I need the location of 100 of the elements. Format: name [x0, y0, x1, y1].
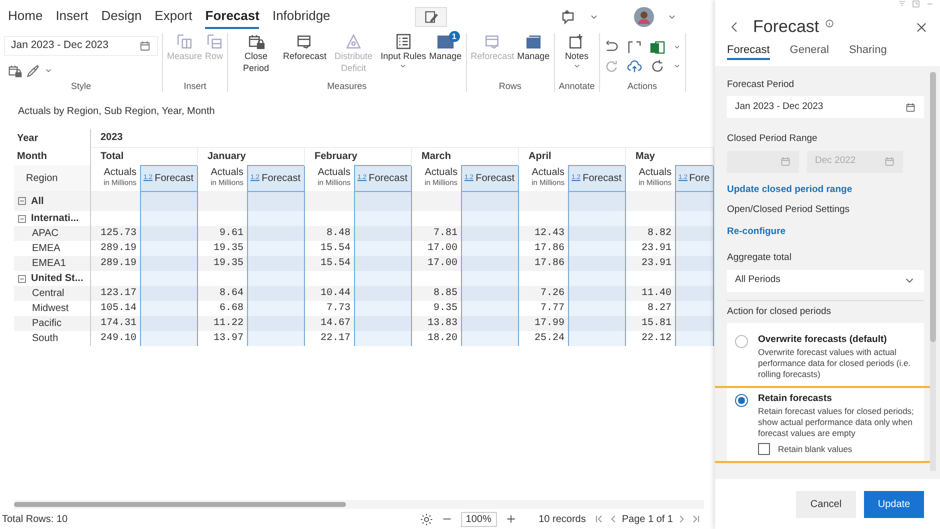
table-cell: 7.73 — [304, 301, 354, 316]
ribbon-tab[interactable]: Design — [101, 4, 142, 30]
header-cell: Year — [14, 129, 90, 147]
upload-icon[interactable] — [626, 58, 642, 74]
panel-tab[interactable]: General — [790, 42, 829, 60]
table-cell: 6.68 — [197, 301, 247, 316]
calendar-lock-icon — [248, 33, 265, 50]
checkbox[interactable] — [758, 443, 770, 456]
comment-icon[interactable] — [560, 8, 576, 24]
panel-tab[interactable]: Forecast — [727, 42, 770, 60]
table-cell: 289.19 — [90, 256, 140, 271]
section-label: Open/Closed Period Settings — [727, 202, 851, 217]
zoom-in-icon[interactable] — [504, 513, 517, 525]
calendar-icon — [780, 156, 791, 167]
collapse-icon[interactable] — [17, 214, 27, 224]
table-cell: 23.91 — [625, 241, 675, 256]
ribbon-tab[interactable]: Insert — [56, 4, 88, 30]
radio-button[interactable] — [735, 334, 748, 348]
option-title: Overwrite forecasts (default) — [758, 332, 888, 347]
table-cell: 11.40 — [625, 286, 675, 301]
table-cell: 8.48 — [304, 226, 354, 241]
table-cell: 17.99 — [518, 316, 568, 331]
note-icon — [568, 33, 586, 50]
header-cell: Region — [14, 165, 90, 191]
refresh-icon[interactable] — [650, 58, 665, 74]
report-title: Actuals by Region, Sub Region, Year, Month — [18, 105, 216, 119]
option-description: Overwrite forecast values with actual performance data for closed periods (i.e. rolling forecasts) — [758, 347, 912, 380]
ribbon-button[interactable]: Manage — [517, 33, 550, 62]
table-cell: 15.81 — [625, 316, 675, 331]
header-text: Fore — [689, 172, 710, 186]
spreadsheet-icon[interactable] — [650, 40, 665, 54]
ribbon-button[interactable]: Notes — [564, 33, 588, 70]
group-label: Rows — [498, 80, 522, 92]
vertical-scrollbar[interactable] — [930, 72, 936, 471]
ribbon-tab[interactable]: Home — [8, 4, 43, 30]
header-text: Forecast — [154, 172, 194, 186]
ribbon-tab[interactable]: Forecast — [205, 4, 260, 30]
close-icon[interactable] — [915, 20, 928, 34]
cancel-button[interactable]: Cancel — [796, 490, 856, 518]
group-label: Insert — [182, 80, 208, 92]
table-cell: 7.81 — [411, 226, 461, 241]
triangle-icon — [345, 33, 362, 50]
row-label: Central — [14, 286, 90, 301]
select-icon[interactable] — [626, 40, 642, 54]
header-text: Forecast — [582, 172, 622, 186]
settings-icon[interactable] — [420, 512, 433, 526]
header-text: Forecast — [476, 172, 514, 186]
table-cell: 9.61 — [197, 226, 247, 241]
panel-tab[interactable]: Sharing — [848, 42, 887, 60]
info-icon[interactable] — [825, 18, 834, 28]
list-icon — [394, 33, 412, 50]
date-range-field[interactable]: Jan 2023 - Dec 2023 — [727, 96, 924, 118]
last-page-icon[interactable] — [691, 514, 701, 524]
option-title: Retain forecasts — [758, 392, 833, 406]
total-rows-label: Total Rows: 10 — [2, 512, 68, 526]
update-button[interactable]: Update — [864, 490, 924, 518]
radio-button[interactable] — [735, 394, 748, 407]
edit-button[interactable] — [415, 6, 448, 26]
first-page-icon[interactable] — [594, 514, 604, 524]
ribbon-button[interactable]: Input Rules — [380, 33, 426, 70]
table-cell: 19.35 — [197, 256, 247, 271]
table-cell: 17.00 — [411, 241, 461, 256]
calendar-arrow-icon — [484, 33, 501, 50]
table-cell: 289.19 — [90, 241, 140, 256]
section-label: Action for closed periods — [727, 304, 832, 318]
calendar-arrow-icon — [296, 33, 314, 50]
stack-icon — [524, 33, 542, 50]
horizontal-scrollbar[interactable] — [14, 500, 704, 509]
table-cell: 12.43 — [518, 226, 568, 241]
avatar[interactable] — [634, 6, 654, 26]
table-cell: 13.97 — [197, 331, 247, 346]
ribbon-button[interactable]: Reforecast — [283, 33, 327, 62]
table-cell: 8.64 — [197, 286, 247, 301]
collapse-icon[interactable] — [17, 196, 27, 206]
collapse-icon[interactable] — [17, 274, 27, 284]
row-label: All — [31, 194, 44, 208]
ribbon-tab[interactable]: Infobridge — [272, 4, 330, 30]
table-cell: 8.82 — [625, 226, 675, 241]
header-text: Forecast — [368, 172, 408, 186]
table-cell: 174.31 — [90, 316, 140, 331]
caret-icon[interactable] — [672, 43, 681, 51]
ribbon-tab[interactable]: Export — [154, 4, 192, 30]
table-cell: 17.86 — [518, 241, 568, 256]
page-indicator: Page 1 of 1 — [622, 512, 673, 526]
table-cell: 8.27 — [625, 301, 675, 316]
row-label: United St... — [31, 272, 84, 286]
ribbon-button[interactable]: Close Period — [232, 33, 280, 74]
calendar-lock-icon[interactable] — [8, 64, 22, 78]
calendar-icon — [139, 40, 151, 52]
reconfigure-link[interactable]: Re-configure — [727, 225, 924, 240]
aggregate-select[interactable]: All Periods — [727, 270, 924, 292]
zoom-field[interactable]: 100% — [460, 512, 497, 526]
table-cell: 8.85 — [411, 286, 461, 301]
update-link[interactable]: Update closed period range — [727, 182, 924, 197]
row-label: APAC — [14, 226, 90, 241]
ribbon-button[interactable]: Manage 1 — [429, 33, 462, 62]
calendar-icon — [884, 156, 895, 167]
caret-icon[interactable] — [672, 62, 681, 70]
date-range-field[interactable]: Jan 2023 - Dec 2023 — [4, 36, 158, 56]
checkbox-label: Retain blank values — [778, 444, 852, 455]
